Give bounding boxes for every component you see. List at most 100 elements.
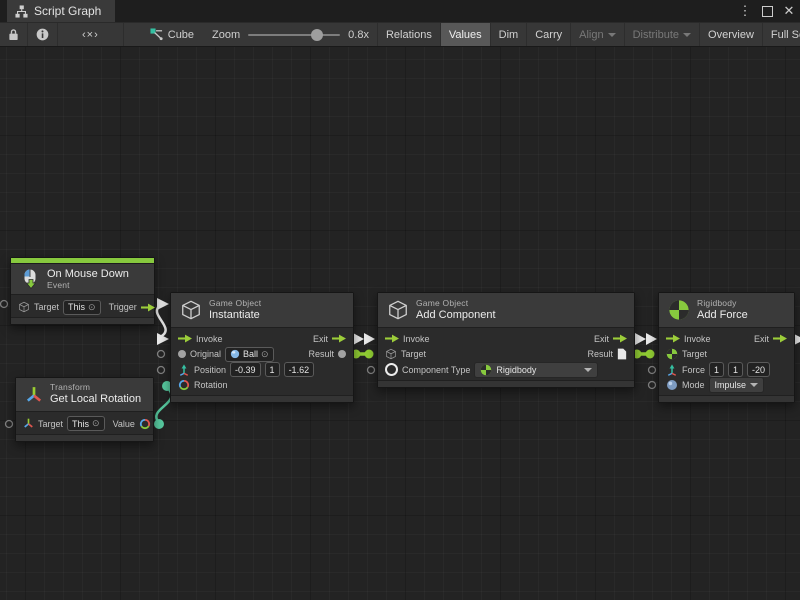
flow-port-arrow[interactable] [364,333,375,345]
zoom-slider-handle[interactable] [311,29,323,41]
node-header: Game Object Instantiate [171,293,353,328]
flow-port-arrow[interactable] [157,333,169,345]
flow-output-icon[interactable] [332,334,346,343]
inspect-button[interactable] [28,23,58,46]
flow-output-icon[interactable] [141,303,155,312]
chevron-down-icon [750,383,758,387]
node-title: Get Local Rotation [50,393,141,406]
tab-script-graph[interactable]: Script Graph [7,0,115,22]
window-close-button[interactable]: ✕ [778,0,800,22]
value-port-icon[interactable] [338,350,346,358]
values-button[interactable]: Values [440,23,490,46]
chip-value: -0.39 [235,365,256,375]
port-label-target: Target [682,349,707,359]
input-port-circle[interactable] [158,367,165,374]
rigidbody-icon[interactable] [666,348,678,360]
flow-port-arrow[interactable] [646,333,657,345]
overview-button[interactable]: Overview [699,23,762,46]
force-y-field[interactable]: 1 [728,362,743,377]
gameobject-icon[interactable] [385,348,397,360]
port-label-rotation: Rotation [194,380,228,390]
carry-button[interactable]: Carry [526,23,570,46]
target-value-chip[interactable]: This ⊙ [63,300,101,315]
flow-input-icon[interactable] [666,334,680,343]
flow-input-icon[interactable] [385,334,399,343]
dim-button[interactable]: Dim [490,23,527,46]
window-menu-button[interactable]: ⋮ [734,0,756,22]
vector3-icon[interactable] [666,364,678,376]
node-on-mouse-down[interactable]: On Mouse Down Event Target This ⊙ Trigge… [10,257,155,325]
lock-icon [8,28,19,41]
input-port-circle[interactable] [649,382,656,389]
flow-port-arrow[interactable] [353,333,364,345]
flow-output-icon[interactable] [613,334,627,343]
chevron-down-icon [584,368,592,372]
object-picker-icon[interactable]: ⊙ [261,350,269,359]
cube-icon [387,299,409,321]
value-port-dot[interactable] [365,350,374,359]
port-label-trigger: Trigger [109,302,137,312]
port-row-rotation: Rotation [171,378,353,394]
node-add-force[interactable]: Rigidbody Add Force Invoke Exit Target [658,292,795,403]
flow-output-icon[interactable] [773,334,787,343]
button-label: Dim [499,29,519,41]
force-x-field[interactable]: 1 [709,362,724,377]
node-header: Game Object Add Component [378,293,634,328]
input-port-circle[interactable] [1,301,8,308]
value-port-icon[interactable] [178,350,186,358]
object-picker-icon[interactable]: ⊙ [88,303,96,312]
window-maximize-button[interactable] [756,0,778,22]
close-icon: ✕ [784,3,795,19]
flow-port-arrow[interactable] [635,333,646,345]
object-picker-icon[interactable]: ⊙ [92,419,100,428]
graph-canvas[interactable]: On Mouse Down Event Target This ⊙ Trigge… [0,47,800,600]
node-get-local-rotation[interactable]: Transform Get Local Rotation Target This… [15,377,154,442]
input-port-circle[interactable] [368,367,375,374]
zoom-control: Zoom 0.8x [204,23,377,46]
port-label-position: Position [194,365,226,375]
position-z-field[interactable]: -1.62 [284,362,315,377]
cube-icon [180,299,202,321]
force-mode-dropdown[interactable]: Impulse [709,377,765,393]
fullscreen-button[interactable]: Full Screen [762,23,800,46]
type-port-icon[interactable] [385,363,398,376]
port-row-component-type: Component Type Rigidbody [378,362,634,378]
graph-toolbar: ‹×› Cube Zoom 0.8x Relations Values Dim … [0,22,800,47]
node-add-component[interactable]: Game Object Add Component Invoke Exit Ta… [377,292,635,388]
quaternion-icon[interactable] [139,418,151,430]
port-label-exit: Exit [594,334,609,344]
input-port-circle[interactable] [649,367,656,374]
position-x-field[interactable]: -0.39 [230,362,261,377]
flow-input-icon[interactable] [178,334,192,343]
graph-selector[interactable]: Cube [140,23,204,46]
node-instantiate[interactable]: Game Object Instantiate Invoke Exit Orig… [170,292,354,403]
value-port-dot[interactable] [154,419,164,429]
component-type-dropdown[interactable]: Rigidbody [474,362,598,378]
lock-button[interactable] [0,23,28,46]
force-z-field[interactable]: -20 [747,362,770,377]
zoom-slider[interactable] [248,34,340,36]
relations-button[interactable]: Relations [377,23,440,46]
wire-trigger-to-invoke [157,305,166,337]
component-doc-icon[interactable] [617,348,627,360]
chip-value: 1 [714,365,719,375]
value-port-dot[interactable] [646,350,655,359]
node-title: On Mouse Down [47,268,129,281]
distribute-button[interactable]: Distribute [624,23,699,46]
input-port-circle[interactable] [6,421,13,428]
align-button[interactable]: Align [570,23,623,46]
edit-graph-button[interactable]: ‹×› [58,23,124,46]
position-y-field[interactable]: 1 [265,362,280,377]
node-footer [16,434,153,441]
node-footer [378,380,634,387]
vector3-icon[interactable] [178,364,190,376]
flow-port-arrow[interactable] [157,298,169,310]
original-value-chip[interactable]: Ball ⊙ [225,347,274,362]
quaternion-icon[interactable] [178,379,190,391]
force-mode-icon[interactable] [666,379,678,391]
target-value-chip[interactable]: This ⊙ [67,416,105,431]
input-port-circle[interactable] [158,351,165,358]
button-label: Relations [386,29,432,41]
port-row-position: Position -0.39 1 -1.62 [171,362,353,378]
chevron-down-icon [608,33,616,37]
